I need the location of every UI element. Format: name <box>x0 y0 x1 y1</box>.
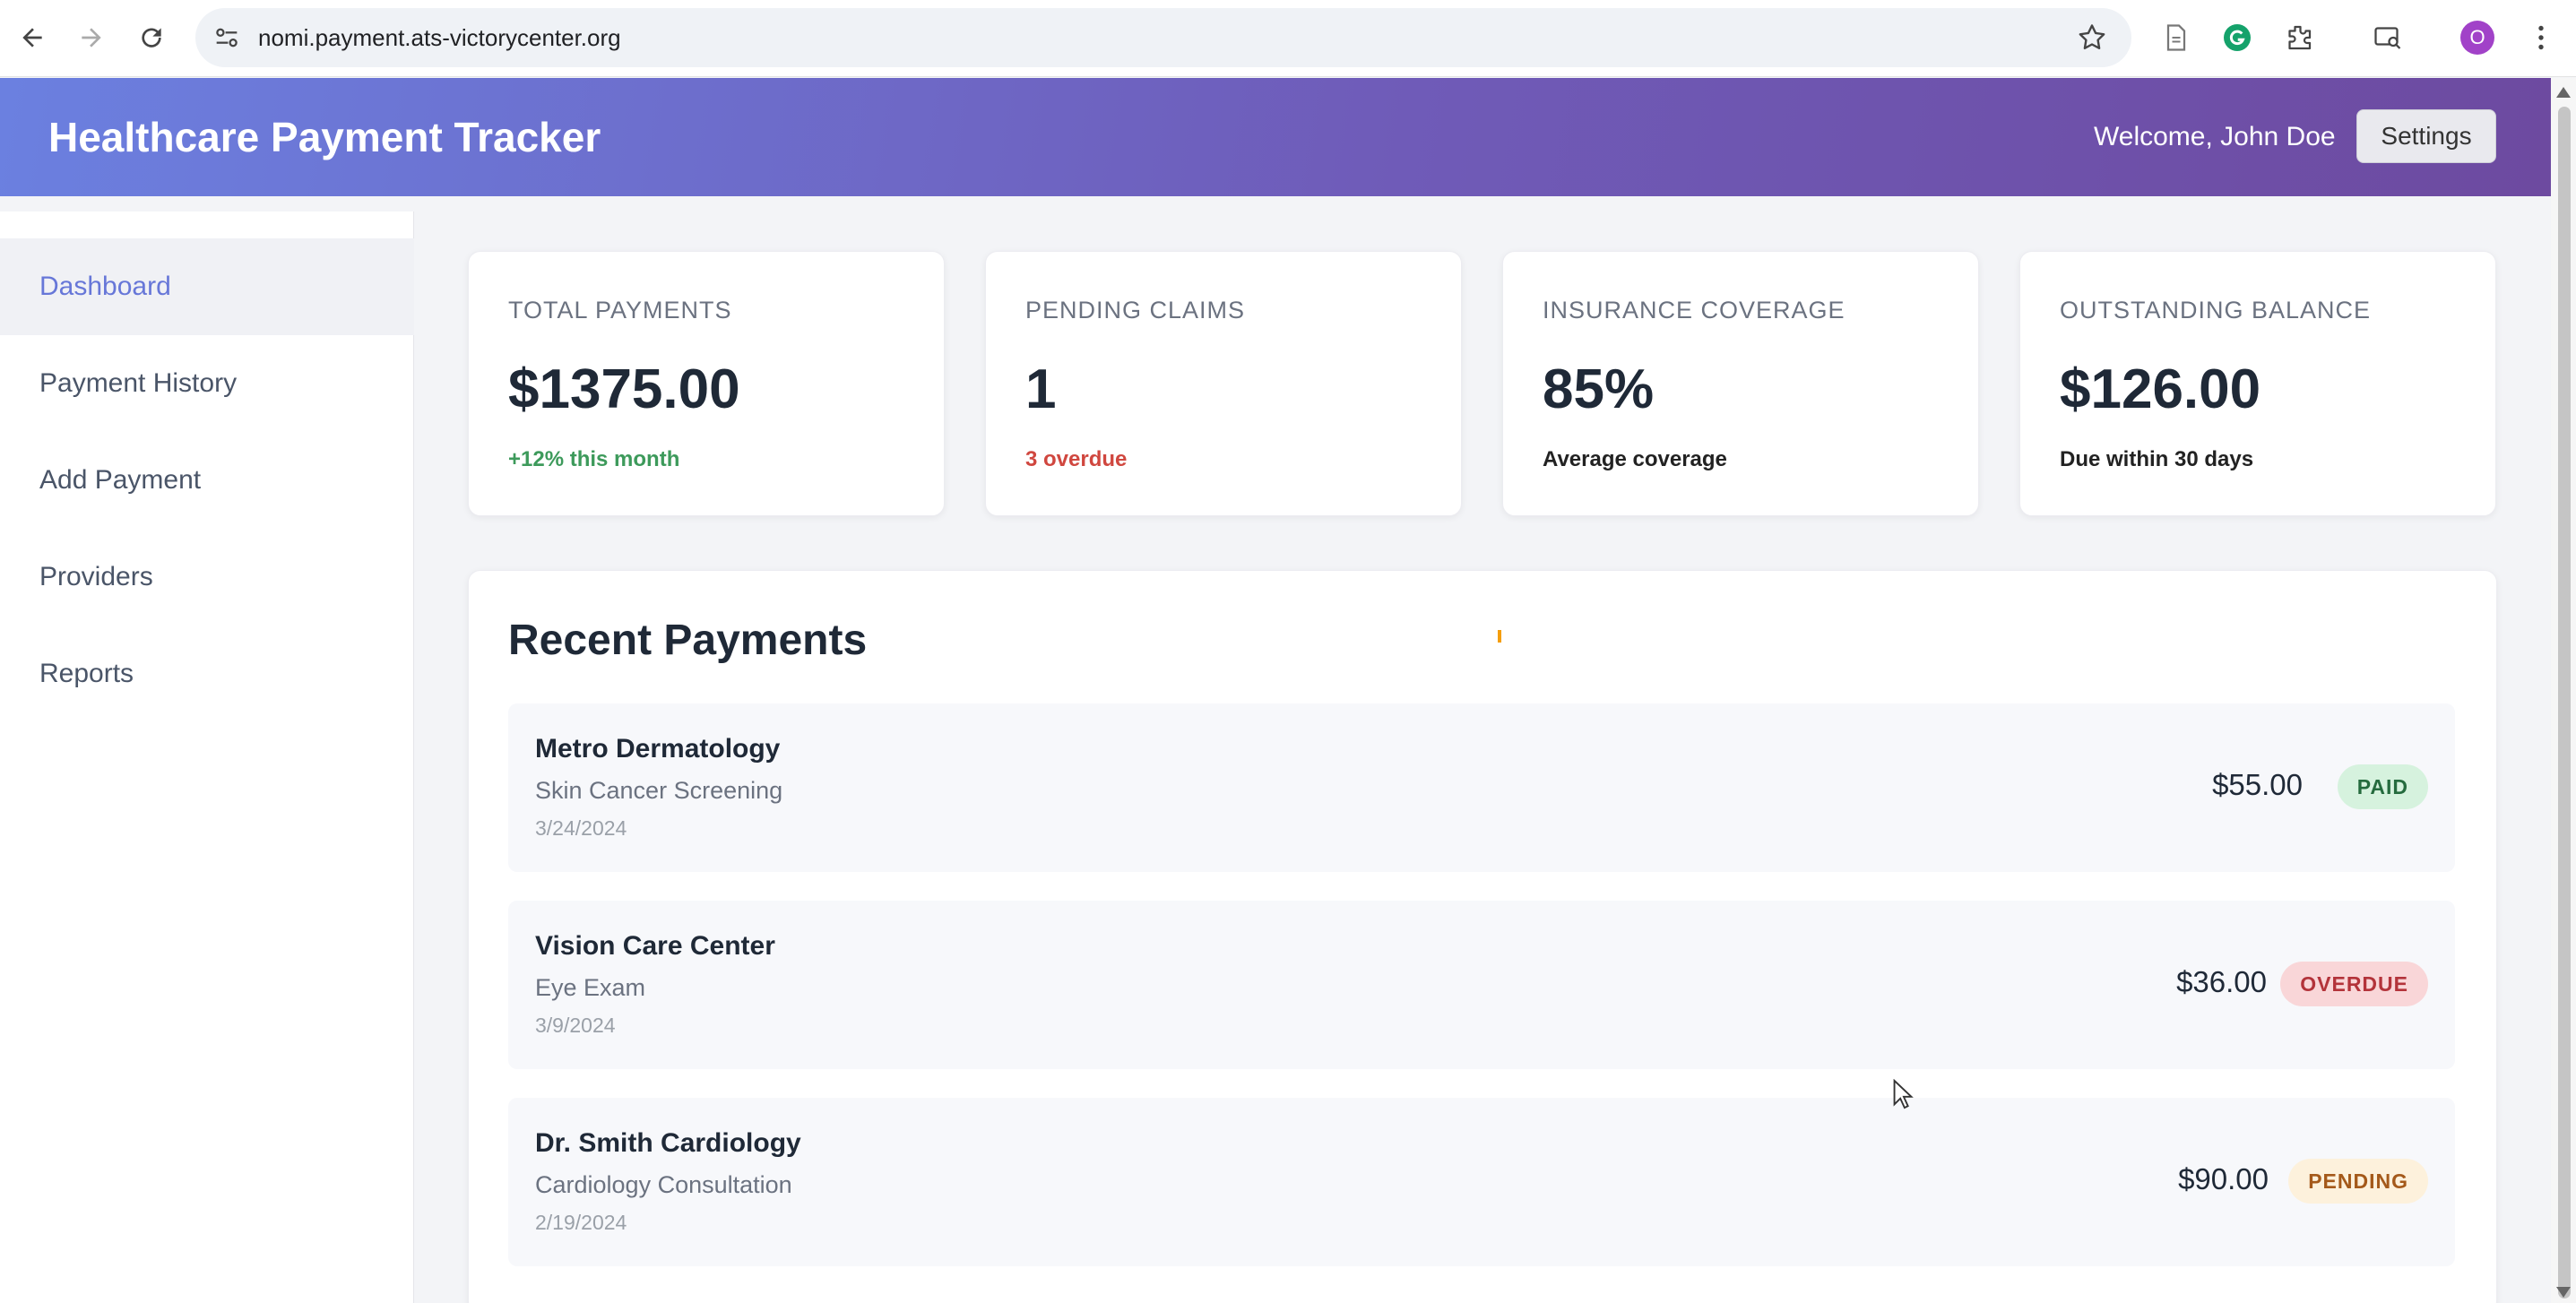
status-badge: OVERDUE <box>2280 962 2428 1006</box>
payment-provider: Dr. Smith Cardiology <box>535 1128 801 1158</box>
more-icon[interactable] <box>2523 20 2559 56</box>
welcome-text: Welcome, John Doe <box>2094 122 2336 151</box>
app-title: Healthcare Payment Tracker <box>48 114 601 160</box>
stat-subtext: +12% this month <box>508 447 680 471</box>
section-title: Recent Payments <box>508 617 868 664</box>
reload-icon[interactable] <box>130 16 173 59</box>
stat-subtext: 3 overdue <box>1025 447 1128 471</box>
stat-subtext: Due within 30 days <box>2060 447 2254 471</box>
address-bar[interactable]: nomi.payment.ats-victorycenter.org <box>195 8 2131 67</box>
stat-subtext: Average coverage <box>1543 447 1727 471</box>
scroll-up-icon[interactable] <box>2556 87 2571 98</box>
stat-card-insurance-coverage: INSURANCE COVERAGE 85% Average coverage <box>1502 251 1979 516</box>
sidebar-item-dashboard[interactable]: Dashboard <box>0 238 414 335</box>
stat-card-total-payments: TOTAL PAYMENTS $1375.00 +12% this month <box>468 251 945 516</box>
extensions-icon[interactable] <box>2281 20 2317 56</box>
payment-amount: $55.00 <box>2212 768 2303 801</box>
settings-button[interactable]: Settings <box>2356 109 2496 163</box>
page-scrollbar[interactable] <box>2551 78 2576 1303</box>
payment-service: Eye Exam <box>535 974 646 1001</box>
sidebar-item-add-payment[interactable]: Add Payment <box>0 432 414 529</box>
payment-row[interactable]: Vision Care Center Eye Exam 3/9/2024 $36… <box>508 901 2455 1069</box>
url-text[interactable]: nomi.payment.ats-victorycenter.org <box>258 8 621 67</box>
stat-label: PENDING CLAIMS <box>1025 297 1246 324</box>
payment-service: Cardiology Consultation <box>535 1171 792 1198</box>
stat-label: INSURANCE COVERAGE <box>1543 297 1846 324</box>
grammarly-icon[interactable] <box>2219 20 2255 56</box>
sidebar-item-payment-history[interactable]: Payment History <box>0 335 414 432</box>
scrollbar-thumb[interactable] <box>2558 107 2571 1299</box>
profile-avatar[interactable]: O <box>2460 21 2494 55</box>
forward-icon[interactable] <box>70 16 113 59</box>
payment-date: 3/24/2024 <box>535 816 627 840</box>
site-settings-icon[interactable] <box>212 22 242 53</box>
mouse-cursor-icon <box>1893 1079 1914 1109</box>
stat-value: 1 <box>1025 358 1057 420</box>
stat-card-pending-claims: PENDING CLAIMS 1 3 overdue <box>985 251 1462 516</box>
document-icon[interactable] <box>2158 20 2194 56</box>
media-icon[interactable] <box>2370 20 2406 56</box>
status-badge: PENDING <box>2288 1159 2428 1204</box>
payment-service: Skin Cancer Screening <box>535 777 783 804</box>
payment-date: 3/9/2024 <box>535 1014 616 1037</box>
payment-amount: $90.00 <box>2178 1162 2269 1195</box>
payment-date: 2/19/2024 <box>535 1211 627 1234</box>
star-icon[interactable] <box>2076 22 2108 54</box>
payment-amount: $36.00 <box>2176 965 2267 998</box>
sidebar-item-reports[interactable]: Reports <box>0 626 414 722</box>
stat-value: 85% <box>1543 358 1655 420</box>
payment-row[interactable]: Metro Dermatology Skin Cancer Screening … <box>508 703 2455 872</box>
payment-provider: Metro Dermatology <box>535 734 781 764</box>
stat-value: $1375.00 <box>508 358 740 420</box>
stat-label: TOTAL PAYMENTS <box>508 297 732 324</box>
scroll-down-icon[interactable] <box>2556 1287 2571 1298</box>
sidebar: Dashboard Payment History Add Payment Pr… <box>0 211 414 1303</box>
back-icon[interactable] <box>11 16 54 59</box>
sidebar-item-providers[interactable]: Providers <box>0 529 414 626</box>
browser-toolbar: nomi.payment.ats-victorycenter.org O <box>0 0 2576 77</box>
stat-card-outstanding-balance: OUTSTANDING BALANCE $126.00 Due within 3… <box>2019 251 2496 516</box>
loading-indicator <box>1498 630 1501 643</box>
payment-row[interactable]: Dr. Smith Cardiology Cardiology Consulta… <box>508 1098 2455 1266</box>
app-header: Healthcare Payment Tracker Welcome, John… <box>0 78 2551 196</box>
stat-value: $126.00 <box>2060 358 2261 420</box>
payment-provider: Vision Care Center <box>535 931 775 961</box>
recent-payments-panel: Recent Payments Metro Dermatology Skin C… <box>468 570 2497 1303</box>
stat-label: OUTSTANDING BALANCE <box>2060 297 2372 324</box>
status-badge: PAID <box>2337 764 2428 809</box>
